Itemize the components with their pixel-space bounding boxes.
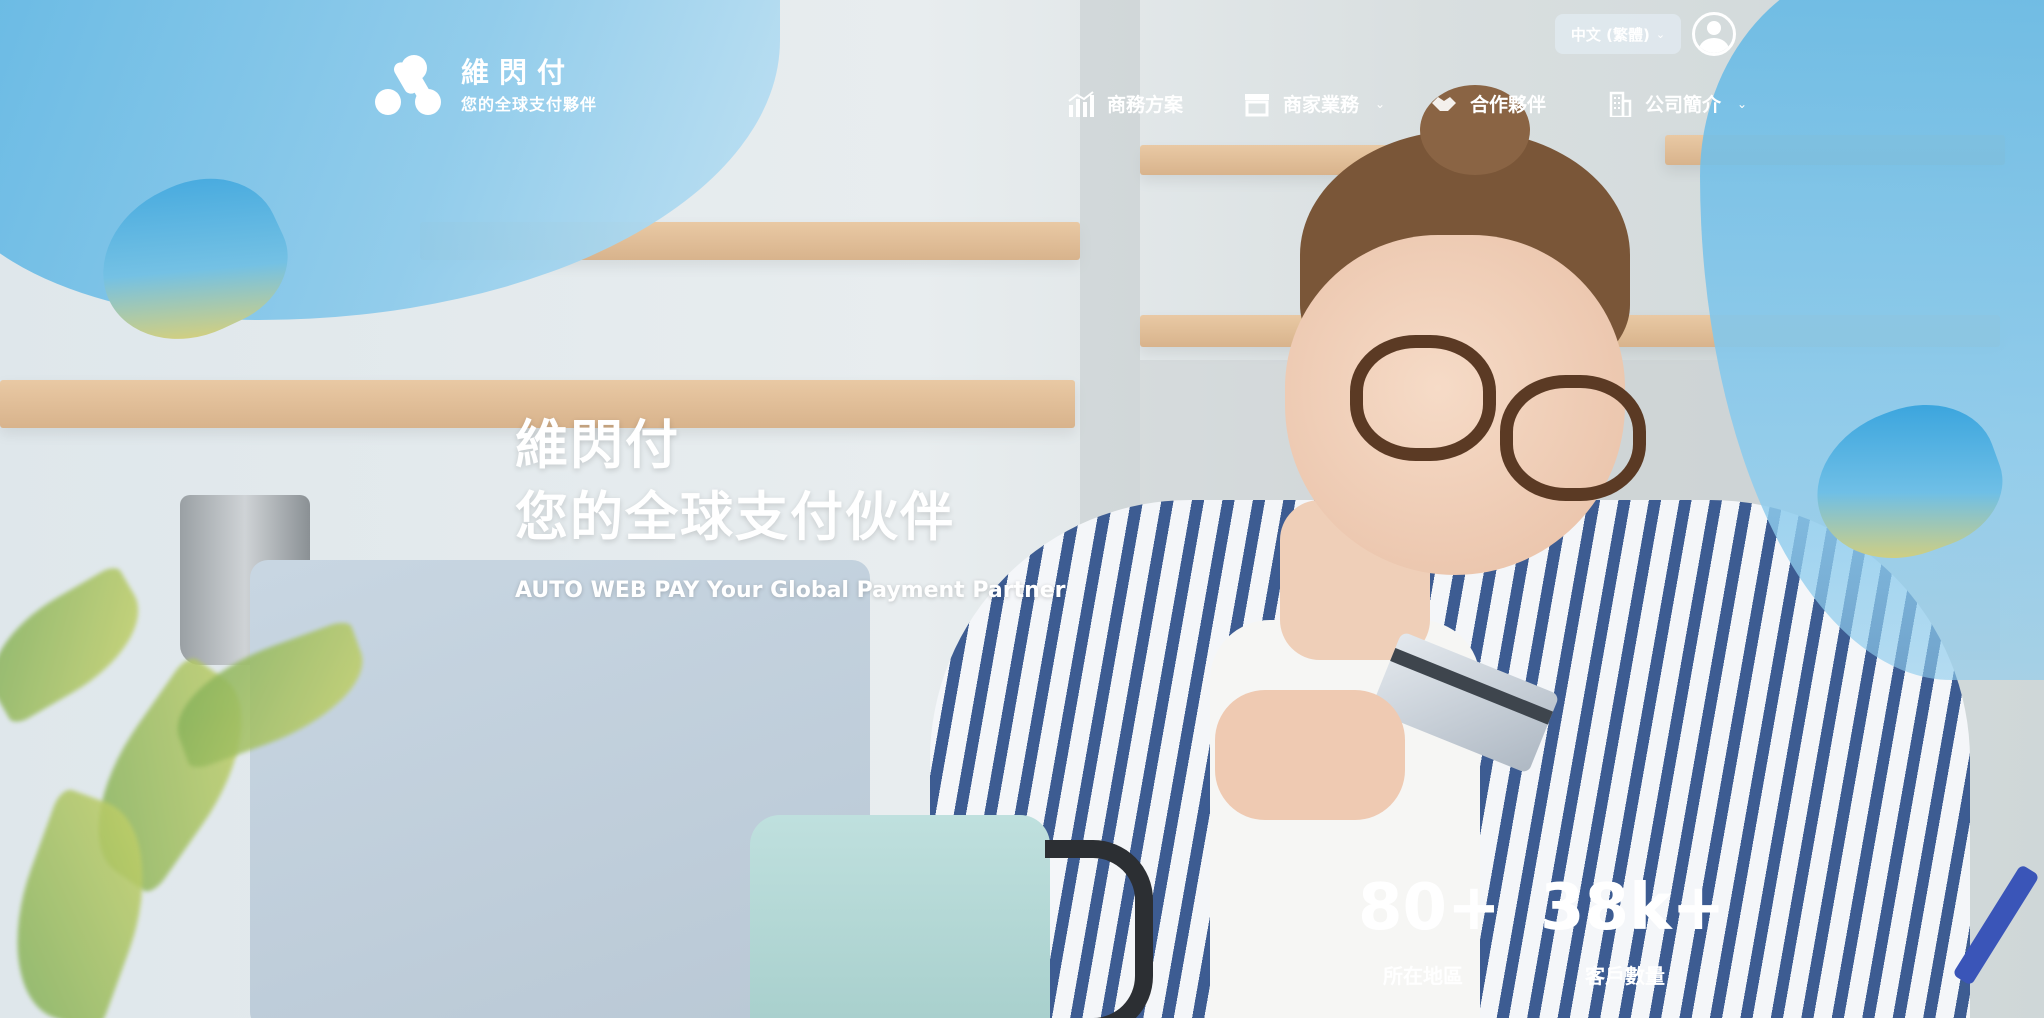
- stat-value: 38k+: [1540, 871, 1726, 945]
- nav-item-business-solutions[interactable]: 商務方案: [1067, 90, 1183, 117]
- chevron-down-icon: ⌄: [1737, 96, 1748, 111]
- woman-hand: [1215, 690, 1405, 820]
- hero-title-line2: 您的全球支付伙伴: [515, 487, 955, 548]
- logo-mark-icon: [375, 55, 441, 117]
- hero-subtitle: AUTO WEB PAY Your Global Payment Partner: [515, 578, 1066, 603]
- nav-label: 合作夥伴: [1470, 94, 1547, 116]
- stat-value: 80+: [1358, 871, 1501, 945]
- stat-customers: 38k+ 客戶數量: [1540, 871, 1726, 989]
- language-selector[interactable]: 中文 (繁體) ⌄: [1555, 14, 1681, 54]
- stat-regions: 80+ 所在地區: [1358, 871, 1501, 989]
- plant-leaf: [0, 563, 162, 727]
- stat-label: 所在地區: [1383, 964, 1463, 988]
- nav-label: 商務方案: [1107, 94, 1184, 116]
- hero-background: [0, 0, 2044, 1018]
- stat-label: 客戶數量: [1585, 964, 1665, 988]
- logo-tagline: 您的全球支付夥伴: [461, 95, 598, 114]
- nav-item-partners[interactable]: 合作夥伴: [1430, 90, 1546, 117]
- language-label: 中文 (繁體): [1570, 25, 1650, 44]
- hero-title-line1: 維閃付: [515, 415, 680, 476]
- nav-item-merchant-services[interactable]: 商家業務 ⌄: [1243, 90, 1385, 117]
- chevron-down-icon: ⌄: [1375, 96, 1386, 111]
- handshake-icon: [1432, 96, 1456, 111]
- glasses-left-lens: [1350, 335, 1496, 461]
- building-icon: [1609, 91, 1632, 117]
- storefront-icon: [1245, 93, 1269, 116]
- mug-image: [750, 815, 1050, 1018]
- nav-label: 商家業務: [1283, 94, 1360, 116]
- kitchen-pillar: [1080, 0, 1140, 540]
- user-account-icon[interactable]: [1692, 12, 1736, 56]
- mug-handle: [1045, 840, 1153, 1018]
- nav-item-about-company[interactable]: 公司簡介 ⌄: [1605, 90, 1747, 117]
- chevron-down-icon: ⌄: [1655, 27, 1666, 41]
- logo-name: 維閃付: [461, 56, 576, 89]
- nav-label: 公司簡介: [1645, 94, 1722, 116]
- hero-title: 維閃付 您的全球支付伙伴: [515, 410, 955, 554]
- bar-chart-icon: [1068, 90, 1094, 117]
- brand-logo[interactable]: 維閃付 您的全球支付夥伴: [375, 55, 597, 117]
- glasses-right-lens: [1500, 375, 1646, 501]
